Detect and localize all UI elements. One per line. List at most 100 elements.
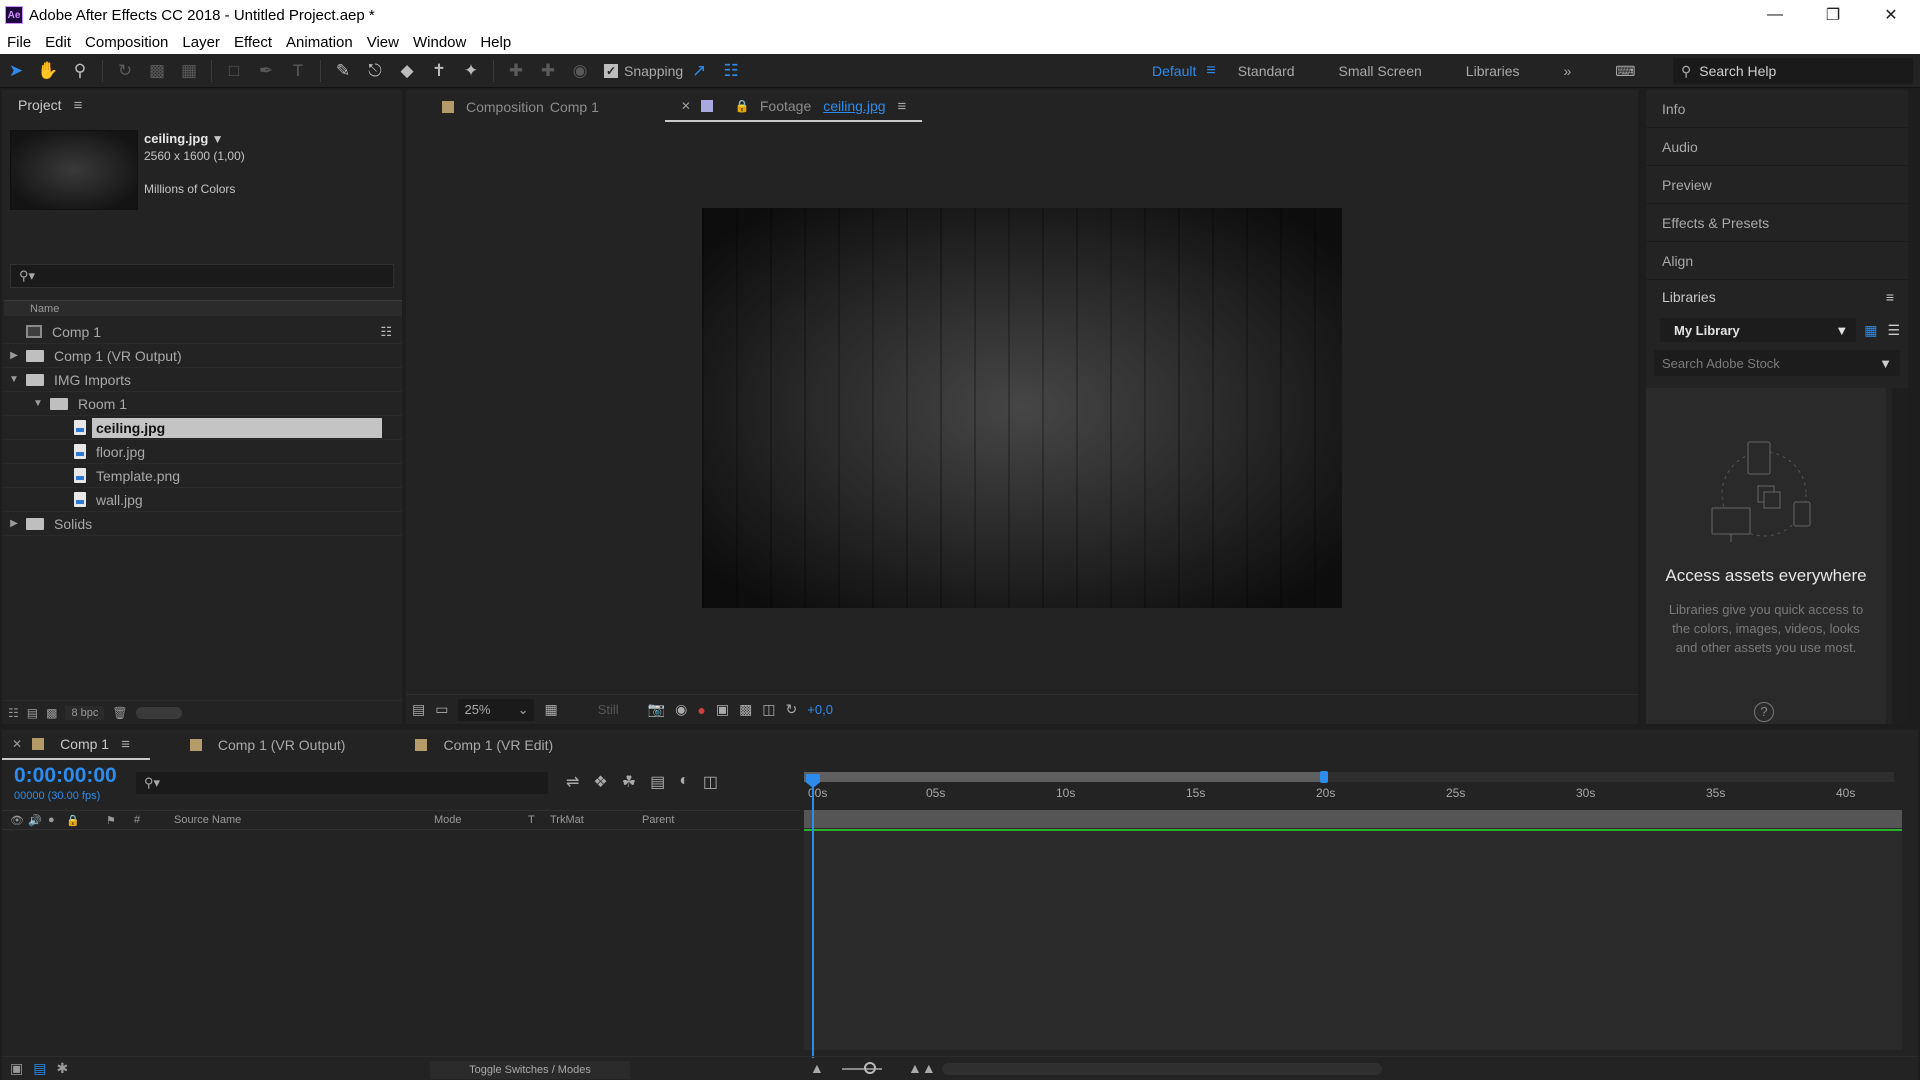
- dropdown-arrow-icon[interactable]: ▼: [1879, 356, 1892, 371]
- audio-toggle-icon[interactable]: 🔊: [28, 814, 42, 827]
- project-item[interactable]: ▼ Room 1: [2, 392, 402, 416]
- project-item[interactable]: Comp 1 ☷: [2, 320, 402, 344]
- new-folder-icon[interactable]: ▤: [27, 706, 38, 720]
- axis-view-icon[interactable]: ◉: [564, 57, 596, 85]
- twirl-arrow-icon[interactable]: ▶: [8, 350, 20, 361]
- always-preview-icon[interactable]: ▤: [412, 701, 425, 718]
- frame-layout-icon[interactable]: ◫: [762, 701, 775, 718]
- lock-icon[interactable]: 🔒: [66, 814, 80, 827]
- timeline-horizontal-scrollbar[interactable]: [942, 1063, 1382, 1075]
- panel-effects-presets[interactable]: Effects & Presets: [1646, 204, 1908, 242]
- search-help-field[interactable]: ⚲ Search Help: [1673, 58, 1913, 84]
- new-composition-icon[interactable]: ▩: [46, 706, 57, 720]
- current-time-display[interactable]: 0:00:00:00: [14, 764, 117, 788]
- workspace-libraries[interactable]: Libraries: [1444, 63, 1542, 79]
- libraries-title[interactable]: Libraries: [1662, 289, 1716, 305]
- tab-comp-1-vr-edit[interactable]: Comp 1 (VR Edit): [405, 730, 573, 760]
- region-of-interest-icon[interactable]: ▣: [716, 701, 729, 718]
- panel-menu-icon[interactable]: ≡: [898, 98, 907, 115]
- monitor-icon[interactable]: ▭: [435, 701, 448, 718]
- panel-preview[interactable]: Preview: [1646, 166, 1908, 204]
- snapshot-camera-icon[interactable]: 📷: [648, 701, 665, 718]
- label-tag-icon[interactable]: ⚑: [106, 814, 116, 827]
- interpret-footage-icon[interactable]: ☷: [8, 706, 19, 720]
- zoom-out-icon[interactable]: ▲: [810, 1060, 824, 1076]
- transparency-grid-icon[interactable]: ▩: [739, 701, 752, 718]
- current-time-indicator[interactable]: [812, 778, 814, 1058]
- close-tab-icon[interactable]: ✕: [12, 737, 22, 751]
- draft-3d-icon[interactable]: ❖: [593, 772, 607, 792]
- workspace-standard[interactable]: Standard: [1216, 63, 1317, 79]
- rgb-channels-icon[interactable]: ●: [697, 702, 705, 718]
- layer-bar[interactable]: [804, 810, 1902, 828]
- column-t[interactable]: T: [528, 814, 535, 826]
- project-item[interactable]: floor.jpg: [2, 440, 402, 464]
- motion-blur-icon[interactable]: ◐: [679, 772, 689, 792]
- tab-comp-1[interactable]: ✕ Comp 1 ≡: [2, 730, 150, 760]
- panel-menu-icon[interactable]: ≡: [74, 97, 83, 114]
- exposure-value[interactable]: +0,0: [807, 702, 833, 717]
- menu-file[interactable]: File: [0, 34, 38, 51]
- thumbnail-size-slider[interactable]: [135, 706, 182, 719]
- tab-footage-name[interactable]: ceiling.jpg: [823, 98, 885, 114]
- workspace-small-screen[interactable]: Small Screen: [1317, 63, 1444, 79]
- brush-tool-icon[interactable]: ✎: [327, 57, 359, 85]
- rectangle-tool-icon[interactable]: □: [218, 57, 250, 85]
- help-icon[interactable]: ?: [1754, 702, 1774, 722]
- maximize-icon[interactable]: ❐: [1804, 0, 1862, 30]
- magnification-dropdown[interactable]: 25% ⌄: [458, 698, 535, 721]
- column-parent[interactable]: Parent: [642, 814, 674, 826]
- zoom-in-icon[interactable]: ▲▲: [908, 1060, 936, 1076]
- snap-feature-icon[interactable]: ☷: [715, 57, 747, 85]
- hand-tool-icon[interactable]: ✋: [32, 57, 64, 85]
- comp-flowchart-icon[interactable]: ⇌: [566, 772, 579, 792]
- libraries-scrollbar[interactable]: [1892, 388, 1908, 724]
- project-item[interactable]: Template.png: [2, 464, 402, 488]
- menu-layer[interactable]: Layer: [175, 34, 227, 51]
- twirl-arrow-icon[interactable]: ▶: [8, 518, 20, 529]
- project-item[interactable]: ceiling.jpg: [2, 416, 402, 440]
- rotation-tool-icon[interactable]: ↻: [109, 57, 141, 85]
- grid-view-icon[interactable]: ▦: [1864, 322, 1877, 339]
- lock-icon[interactable]: 🔒: [735, 99, 750, 113]
- menu-edit[interactable]: Edit: [38, 34, 78, 51]
- shy-layers-icon[interactable]: ☘: [622, 772, 636, 792]
- workspace-menu-icon[interactable]: ≡: [1206, 62, 1215, 80]
- project-item[interactable]: ▼ IMG Imports: [2, 368, 402, 392]
- adobe-stock-search[interactable]: Search Adobe Stock ▼: [1654, 350, 1900, 376]
- pen-tool-icon[interactable]: ✒: [250, 57, 282, 85]
- twirl-arrow-icon[interactable]: ▼: [8, 374, 20, 385]
- project-item[interactable]: ▶ Solids: [2, 512, 402, 536]
- bit-depth-button[interactable]: 8 bpc: [65, 705, 105, 720]
- name-column-header[interactable]: Name: [4, 300, 402, 316]
- menu-animation[interactable]: Animation: [279, 34, 360, 51]
- layer-track-area[interactable]: [804, 810, 1902, 1050]
- list-view-icon[interactable]: ☰: [1887, 322, 1900, 339]
- workspace-default[interactable]: Default: [1130, 63, 1218, 79]
- time-zoom-slider[interactable]: [864, 1062, 876, 1074]
- video-toggle-icon[interactable]: 👁: [10, 814, 24, 827]
- trash-icon[interactable]: 🗑: [112, 706, 127, 720]
- panel-audio[interactable]: Audio: [1646, 128, 1908, 166]
- menu-view[interactable]: View: [360, 34, 406, 51]
- show-snapshot-icon[interactable]: ◉: [675, 701, 687, 718]
- frame-blending-icon[interactable]: ▤: [650, 772, 665, 792]
- twirl-arrow-icon[interactable]: ▼: [32, 398, 44, 409]
- menu-composition[interactable]: Composition: [78, 34, 175, 51]
- zoom-tool-icon[interactable]: ⚲: [64, 57, 96, 85]
- close-tab-icon[interactable]: ✕: [681, 99, 691, 113]
- snapping-checkbox[interactable]: ✓: [604, 63, 618, 78]
- eraser-tool-icon[interactable]: ◆: [391, 57, 423, 85]
- solo-toggle-icon[interactable]: ●: [48, 814, 55, 826]
- reset-exposure-icon[interactable]: ↻: [786, 701, 798, 718]
- tab-footage[interactable]: ✕ 🔒 Footage ceiling.jpg ≡: [664, 92, 923, 122]
- project-item[interactable]: wall.jpg: [2, 488, 402, 512]
- minimize-icon[interactable]: —: [1746, 0, 1804, 30]
- time-ruler[interactable]: 00s 05s 10s 15s 20s 25s 30s 35s 40s: [804, 766, 1894, 810]
- toggle-switches-modes-button[interactable]: Toggle Switches / Modes: [430, 1061, 630, 1079]
- puppet-pin-tool-icon[interactable]: ✦: [455, 57, 487, 85]
- keyboard-shortcuts-icon[interactable]: ⌨: [1593, 63, 1657, 80]
- more-workspaces-icon[interactable]: »: [1542, 63, 1594, 79]
- panel-info[interactable]: Info: [1646, 90, 1908, 128]
- column-trkmat[interactable]: TrkMat: [550, 814, 584, 826]
